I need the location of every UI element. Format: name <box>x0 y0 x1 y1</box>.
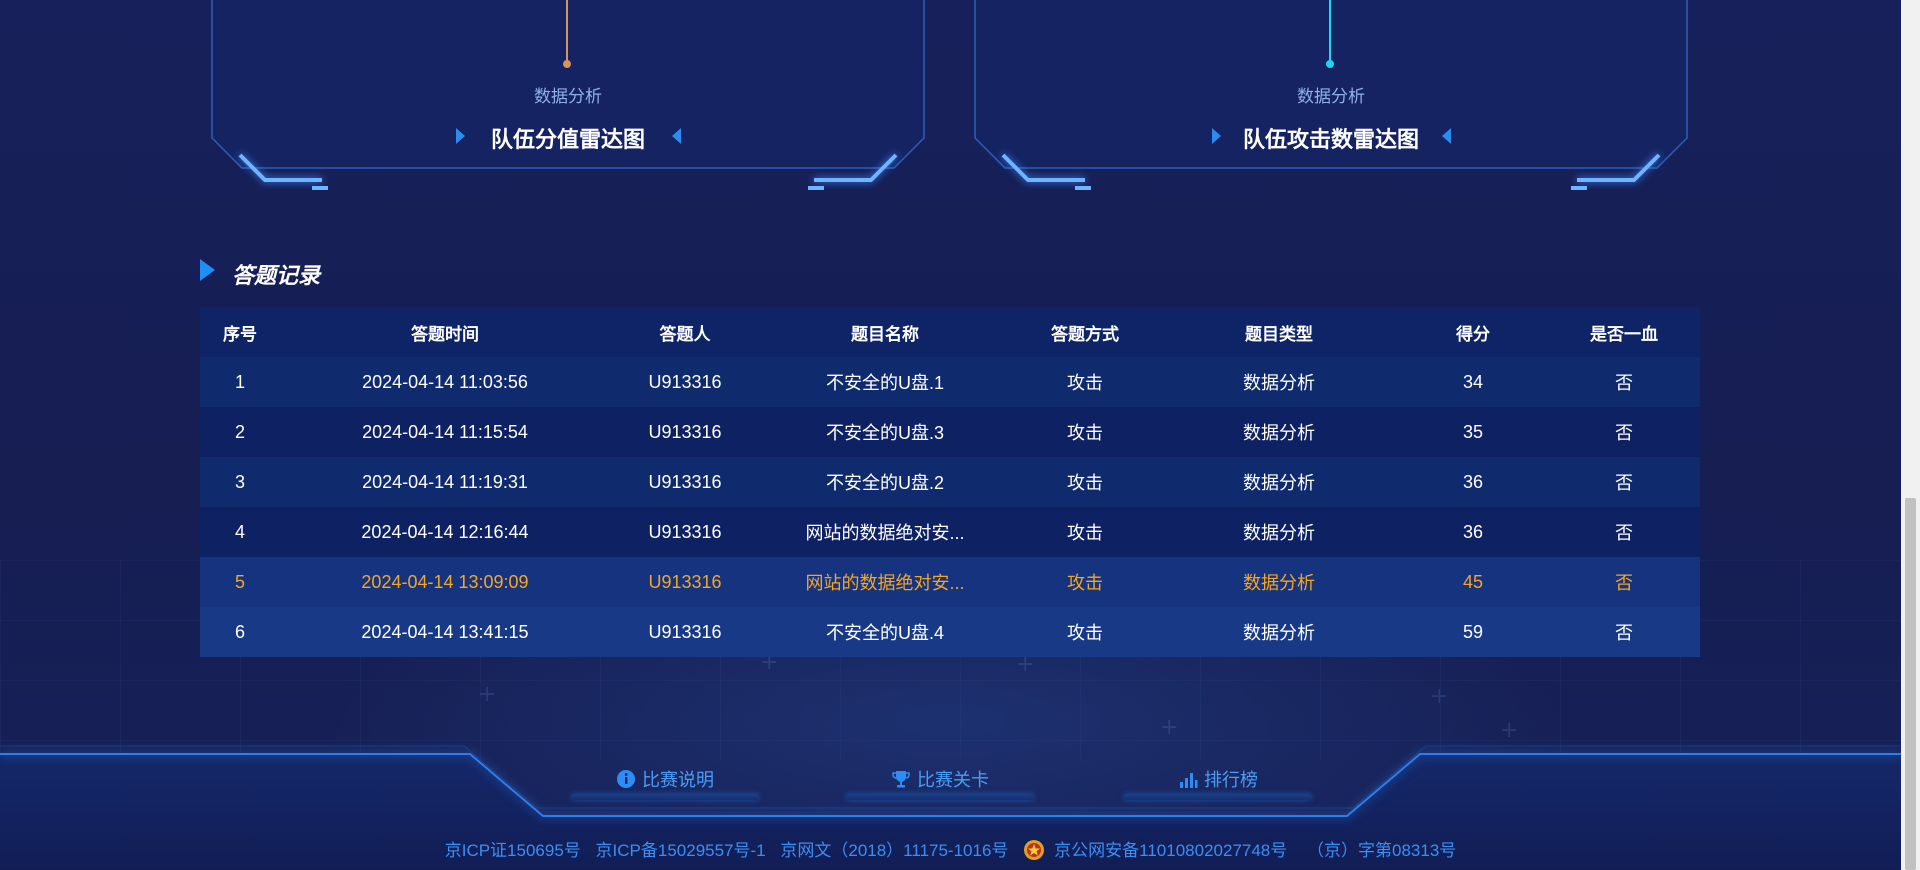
cell-question-type: 数据分析 <box>1243 573 1315 593</box>
cell-row-index: 4 <box>234 521 245 542</box>
table-row: 1 2024-04-14 11:03:56 U913316 不安全的U盘.1 攻击 数据分… <box>200 357 1700 407</box>
cell-answer-time: 2024-04-14 11:19:31 <box>362 471 528 492</box>
icp-record[interactable]: 京ICP备15029557号-1 <box>596 841 766 860</box>
cell-first-blood: 否 <box>1615 523 1633 543</box>
cell-row-index: 6 <box>234 621 245 642</box>
footer-nav-label: 比赛关卡 <box>917 770 989 790</box>
cell-first-blood: 否 <box>1615 373 1633 393</box>
cell-answerer: U913316 <box>648 471 722 492</box>
cell-row-index: 1 <box>234 371 245 392</box>
panel-subtitle: 数据分析 <box>1297 87 1365 106</box>
footer-nav-label: 排行榜 <box>1204 770 1258 790</box>
cell-first-blood: 否 <box>1615 573 1633 593</box>
cell-score: 36 <box>1462 521 1484 542</box>
cell-score: 36 <box>1462 471 1484 492</box>
decor-cross: + <box>478 682 497 707</box>
cell-score: 34 <box>1462 371 1484 392</box>
cell-answer-time: 2024-04-14 12:16:44 <box>361 521 529 542</box>
table-row: 6 2024-04-14 13:41:15 U913316 不安全的U盘.4 攻击 数据分… <box>200 607 1700 657</box>
cell-row-index: 5 <box>234 571 245 592</box>
table-row: 5 2024-04-14 13:09:09 U913316 网站的数据绝对安... 攻击… <box>200 557 1700 607</box>
column-header: 答题人 <box>659 324 711 344</box>
column-header: 题目名称 <box>851 324 919 344</box>
cell-answer-method: 攻击 <box>1067 473 1103 493</box>
cell-question-name: 不安全的U盘.3 <box>825 423 944 443</box>
cell-question-type: 数据分析 <box>1243 523 1315 543</box>
cell-answer-method: 攻击 <box>1067 423 1103 443</box>
footer-nav-rules[interactable]: 比赛说明 <box>571 758 759 800</box>
table-row: 2 2024-04-14 11:15:54 U913316 不安全的U盘.3 攻击 数据分… <box>200 407 1700 457</box>
scrollbar-thumb[interactable] <box>1905 498 1916 870</box>
column-header: 序号 <box>223 324 257 344</box>
cell-question-name: 不安全的U盘.1 <box>825 373 944 393</box>
trophy-icon <box>892 771 910 788</box>
footer-nav-ranking[interactable]: 排行榜 <box>1124 758 1312 800</box>
info-icon <box>617 770 635 788</box>
cell-answerer: U913316 <box>648 571 722 592</box>
cell-score: 59 <box>1462 621 1484 642</box>
icp-bar: 京ICP证150695号 京ICP备15029557号-1 京网文（2018）1… <box>0 836 1901 861</box>
cell-row-index: 2 <box>234 421 245 442</box>
cell-answerer: U913316 <box>648 371 722 392</box>
arrow-left-icon <box>1442 128 1451 144</box>
panel-title: 队伍分值雷达图 <box>490 127 645 152</box>
cell-answer-time: 2024-04-14 11:03:56 <box>362 371 528 392</box>
arrow-left-icon <box>672 128 681 144</box>
answer-record-table: 序号 答题时间 答题人 题目名称 答题方式 题目类型 得分 是否一血 1 2024… <box>200 307 1700 657</box>
decor-cross: + <box>1160 715 1179 740</box>
vertical-scrollbar[interactable] <box>1901 0 1920 870</box>
footer-nav-levels[interactable]: 比赛关卡 <box>846 758 1034 800</box>
cell-answer-time: 2024-04-14 13:09:09 <box>361 571 529 592</box>
cell-question-name: 不安全的U盘.2 <box>825 473 944 493</box>
cell-first-blood: 否 <box>1615 623 1633 643</box>
column-header: 答题方式 <box>1051 324 1119 344</box>
cell-answerer: U913316 <box>648 621 722 642</box>
cell-first-blood: 否 <box>1615 423 1633 443</box>
cell-question-type: 数据分析 <box>1243 373 1315 393</box>
cell-first-blood: 否 <box>1615 473 1633 493</box>
cell-score: 35 <box>1462 421 1484 442</box>
radar-panel-score: 数据分析 队伍分值雷达图 <box>210 0 926 200</box>
cell-answer-method: 攻击 <box>1067 623 1103 643</box>
cell-answer-method: 攻击 <box>1067 373 1103 393</box>
decor-cross: + <box>1430 684 1449 709</box>
column-header: 题目类型 <box>1245 324 1313 344</box>
cell-row-index: 3 <box>234 471 245 492</box>
cell-answer-method: 攻击 <box>1067 573 1103 593</box>
cell-question-type: 数据分析 <box>1243 423 1315 443</box>
section-title: 答题记录 <box>232 263 321 288</box>
police-record[interactable]: 京公网安备11010802027748号 <box>1023 840 1292 860</box>
column-header: 得分 <box>1456 324 1490 344</box>
icp-license[interactable]: 京ICP证150695号 <box>445 841 581 860</box>
cell-answerer: U913316 <box>648 521 722 542</box>
panel-subtitle: 数据分析 <box>534 87 602 106</box>
footer-nav-label: 比赛说明 <box>642 770 714 790</box>
cell-question-type: 数据分析 <box>1243 623 1315 643</box>
cell-answer-method: 攻击 <box>1067 523 1103 543</box>
cell-question-name: 网站的数据绝对安... <box>805 523 965 543</box>
table-header-row: 序号 答题时间 答题人 题目名称 答题方式 题目类型 得分 是否一血 <box>200 307 1700 357</box>
publication-license[interactable]: （京）字第08313号 <box>1307 841 1456 860</box>
column-header: 是否一血 <box>1590 324 1658 344</box>
column-header: 答题时间 <box>411 324 479 344</box>
panel-title: 队伍攻击数雷达图 <box>1242 127 1419 152</box>
table-row: 4 2024-04-14 12:16:44 U913316 网站的数据绝对安... 攻击… <box>200 507 1700 557</box>
cell-question-name: 网站的数据绝对安... <box>805 573 965 593</box>
cell-answerer: U913316 <box>648 421 722 442</box>
culture-license[interactable]: 京网文（2018）11175-1016号 <box>780 841 1008 860</box>
bar-chart-icon <box>1180 773 1198 788</box>
police-badge-icon <box>1024 840 1045 860</box>
cell-question-type: 数据分析 <box>1243 473 1315 493</box>
section-marker-icon <box>200 259 215 281</box>
cell-answer-time: 2024-04-14 11:15:54 <box>362 421 528 442</box>
radar-panel-attack: 数据分析 队伍攻击数雷达图 <box>973 0 1689 200</box>
table-row: 3 2024-04-14 11:19:31 U913316 不安全的U盘.2 攻击 数据分… <box>200 457 1700 507</box>
cell-score: 45 <box>1462 571 1484 592</box>
cell-answer-time: 2024-04-14 13:41:15 <box>361 621 529 642</box>
cell-question-name: 不安全的U盘.4 <box>825 623 944 643</box>
